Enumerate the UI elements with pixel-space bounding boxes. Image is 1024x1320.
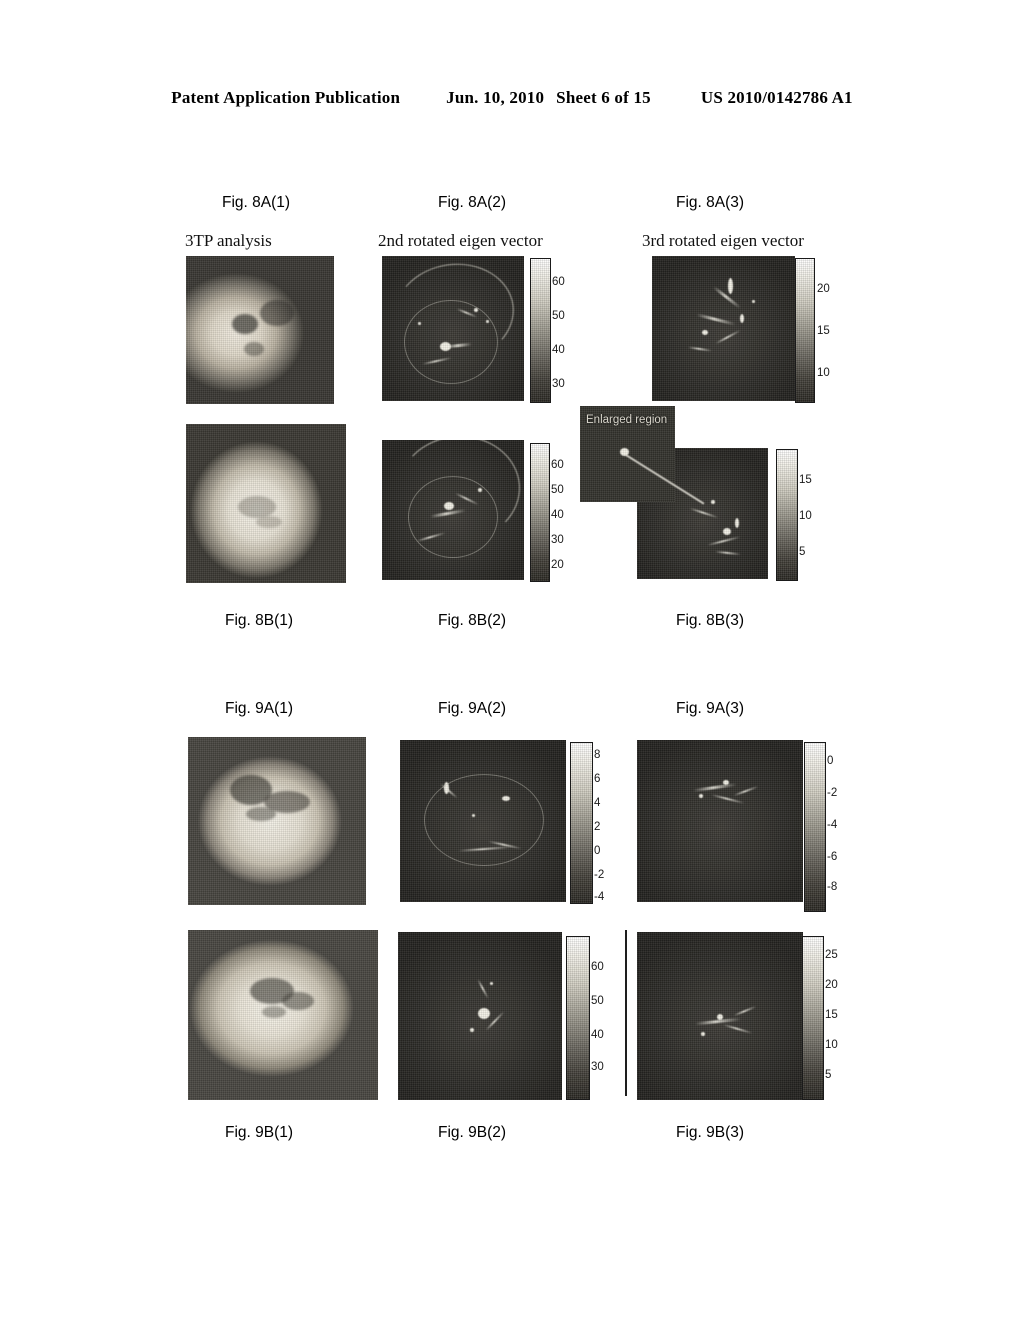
figure-sheet: Fig. 8A(1) Fig. 8A(2) Fig. 8A(3) 3TP ana… — [0, 0, 1024, 1320]
tick-8b3-1: 10 — [799, 510, 812, 522]
colorbar-fig-8a2 — [530, 258, 551, 403]
fig-label-9a3: Fig. 9A(3) — [676, 700, 745, 717]
tick-8a2-0: 60 — [552, 276, 565, 288]
caption-2nd-rotated-eigen-vector: 2nd rotated eigen vector — [378, 231, 543, 250]
panel-fig-9b1-image — [188, 930, 378, 1100]
tick-8a2-2: 40 — [552, 344, 565, 356]
tick-8a2-3: 30 — [552, 378, 565, 390]
tick-8b3-0: 15 — [799, 474, 812, 486]
tick-9b3-4: 5 — [825, 1069, 832, 1081]
tick-9a2-5: -2 — [594, 869, 605, 881]
tick-9a3-0: 0 — [827, 755, 834, 767]
colorbar-ticks-fig-9b2: 60 50 40 30 — [591, 936, 621, 1098]
enlarged-region-label: Enlarged region — [586, 414, 668, 426]
tick-8a3-2: 10 — [817, 367, 830, 379]
tick-9b3-0: 25 — [825, 949, 838, 961]
tick-9a2-1: 6 — [594, 773, 601, 785]
tick-9b3-2: 15 — [825, 1009, 838, 1021]
colorbar-ticks-fig-8b3: 15 10 5 — [799, 449, 829, 579]
colorbar-fig-9b3 — [802, 936, 824, 1100]
tick-8b2-0: 60 — [551, 459, 564, 471]
colorbar-fig-8b3 — [776, 449, 798, 581]
fig-label-8a2: Fig. 8A(2) — [438, 194, 507, 211]
fig-label-8b3: Fig. 8B(3) — [676, 612, 745, 629]
tick-9a3-1: -2 — [827, 787, 838, 799]
tick-9b2-3: 30 — [591, 1061, 604, 1073]
tick-8a3-1: 15 — [817, 325, 830, 337]
tick-8b2-3: 30 — [551, 534, 564, 546]
colorbar-ticks-fig-8b2: 60 50 40 30 20 — [551, 443, 581, 580]
tick-8b2-1: 50 — [551, 484, 564, 496]
panel-fig-8a3-image — [652, 256, 795, 401]
colorbar-ticks-fig-9b3: 25 20 15 10 5 — [825, 936, 855, 1098]
tick-9b3-1: 20 — [825, 979, 838, 991]
tick-9b2-1: 50 — [591, 995, 604, 1007]
colorbar-fig-9a3 — [804, 742, 826, 912]
fig-label-8b1: Fig. 8B(1) — [225, 612, 294, 629]
fig-label-9b1: Fig. 9B(1) — [225, 1124, 294, 1141]
tick-9a2-4: 0 — [594, 845, 601, 857]
tick-9b2-0: 60 — [591, 961, 604, 973]
fig-label-9b2: Fig. 9B(2) — [438, 1124, 507, 1141]
fig-label-8a3: Fig. 8A(3) — [676, 194, 745, 211]
colorbar-ticks-fig-8a2: 60 50 40 30 — [552, 258, 582, 401]
panel-fig-9a3-image — [637, 740, 803, 902]
panel-fig-8b2-image — [382, 440, 524, 580]
tick-8b3-2: 5 — [799, 546, 806, 558]
colorbar-ticks-fig-9a3: 0 -2 -4 -6 -8 — [827, 742, 857, 910]
tick-9a3-2: -4 — [827, 819, 838, 831]
panel-fig-9a1-image — [188, 737, 366, 905]
tick-9a2-3: 2 — [594, 821, 601, 833]
tick-9a2-2: 4 — [594, 797, 601, 809]
fig-label-9a2: Fig. 9A(2) — [438, 700, 507, 717]
tick-9b2-2: 40 — [591, 1029, 604, 1041]
colorbar-fig-9a2 — [570, 742, 593, 904]
panel-fig-8a1-image — [186, 256, 334, 404]
tick-8a2-1: 50 — [552, 310, 565, 322]
tick-8a3-0: 20 — [817, 283, 830, 295]
panel-fig-9a2-image — [400, 740, 566, 902]
tick-8b2-4: 20 — [551, 559, 564, 571]
tick-9a2-0: 8 — [594, 749, 601, 761]
tick-8b2-2: 40 — [551, 509, 564, 521]
panel-divider-line — [625, 930, 627, 1096]
colorbar-ticks-fig-9a2: 8 6 4 2 0 -2 -4 — [594, 742, 624, 902]
caption-3tp-analysis: 3TP analysis — [185, 231, 272, 250]
tick-9a2-6: -4 — [594, 891, 605, 903]
fig-label-8b2: Fig. 8B(2) — [438, 612, 507, 629]
fig-label-8a1: Fig. 8A(1) — [222, 194, 291, 211]
panel-fig-9b3-image — [637, 932, 803, 1100]
colorbar-fig-8b2 — [530, 443, 550, 582]
tick-9b3-3: 10 — [825, 1039, 838, 1051]
tick-9a3-4: -8 — [827, 881, 838, 893]
panel-fig-9b2-image — [398, 932, 562, 1100]
colorbar-fig-8a3 — [795, 258, 815, 403]
fig-label-9b3: Fig. 9B(3) — [676, 1124, 745, 1141]
panel-fig-8a2-image — [382, 256, 524, 401]
caption-3rd-rotated-eigen-vector: 3rd rotated eigen vector — [642, 231, 804, 250]
fig-label-9a1: Fig. 9A(1) — [225, 700, 294, 717]
tick-9a3-3: -6 — [827, 851, 838, 863]
panel-fig-8b1-image — [186, 424, 346, 583]
colorbar-fig-9b2 — [566, 936, 590, 1100]
colorbar-ticks-fig-8a3: 20 15 10 — [817, 258, 847, 401]
